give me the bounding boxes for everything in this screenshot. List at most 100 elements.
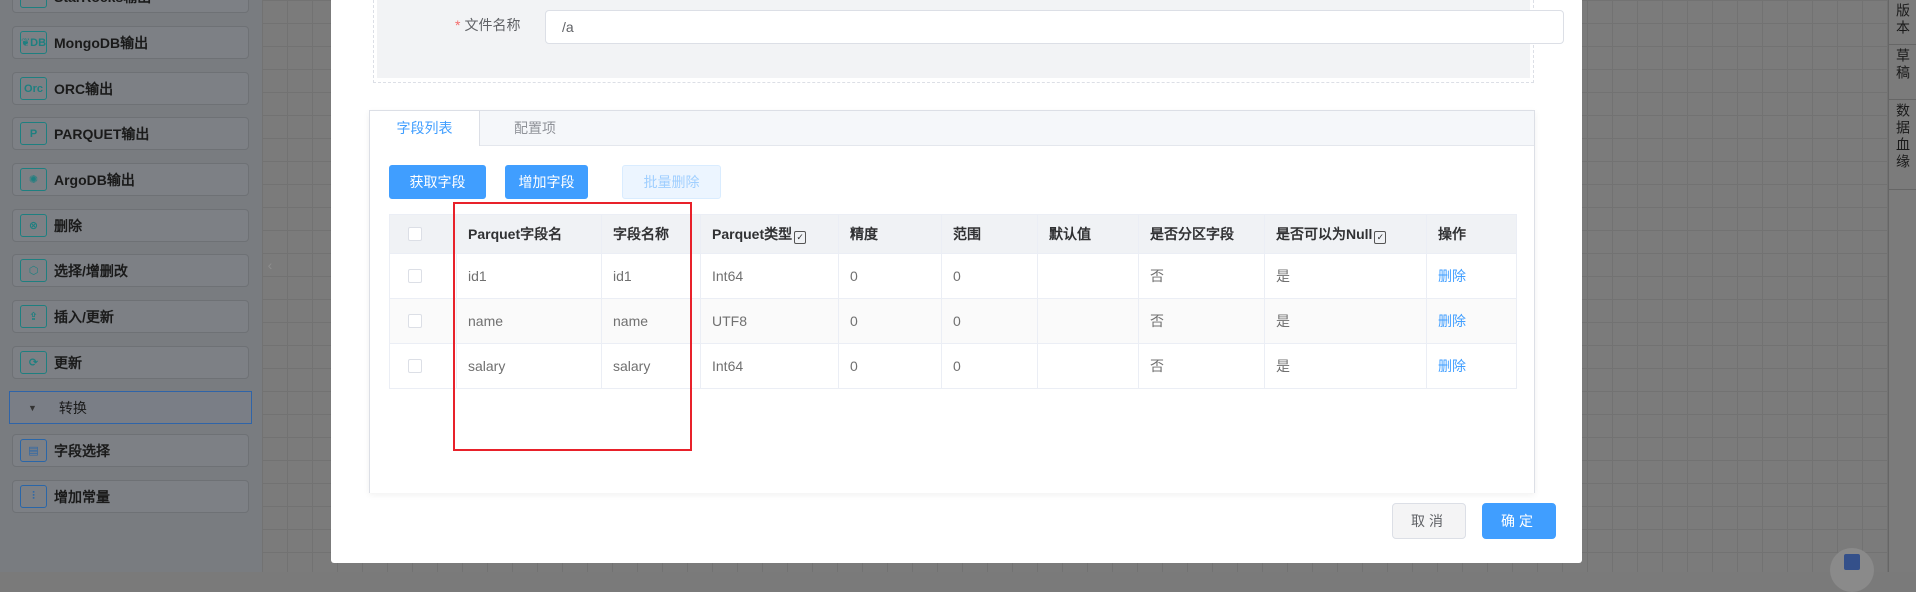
sidebar-item[interactable]: ⟳ 更新 [12, 346, 249, 379]
tabs-panel: 字段列表 配置项 获取字段 增加字段 批量删除 Parquet字段名 字段名称 Pa… [369, 110, 1535, 493]
cell-precision: 0 [838, 253, 942, 299]
table-row: name name UTF8 0 0 否是删除 [389, 298, 1517, 344]
row-checkbox[interactable] [408, 314, 422, 328]
cell-type: UTF8 [700, 298, 839, 344]
sidebar-item[interactable]: ⊗ 删除 [12, 209, 249, 242]
row-checkbox[interactable] [408, 359, 422, 373]
column-header-label: 操作 [1438, 226, 1466, 242]
batch-delete-button[interactable]: 批量删除 [622, 165, 721, 199]
caret-down-icon: ▼ [28, 402, 37, 413]
cell-precision: 0 [838, 298, 942, 344]
sidebar-item-label: 更新 [54, 354, 82, 371]
component-sidebar: ✦ StarRocks输出 ❦DB MongoDB输出 Orc ORC输出 P PARQUET… [0, 0, 262, 572]
sidebar-item[interactable]: Orc ORC输出 [12, 72, 249, 105]
delete-row-link[interactable]: 删除 [1438, 358, 1466, 374]
app-icon [1844, 554, 1860, 570]
cell-parquet-name: name [456, 298, 602, 344]
cell-action: 删除 [1426, 298, 1517, 344]
tab-version-label: 版本 [1895, 3, 1911, 37]
cell-nullable: 是 [1264, 253, 1427, 299]
sidebar-item-label: 删除 [54, 217, 82, 234]
batch-edit-icon[interactable]: ✓ [1374, 231, 1387, 244]
upload-icon: ⇪ [20, 305, 47, 328]
get-fields-button[interactable]: 获取字段 [389, 165, 486, 199]
column-header: Parquet类型 ✓ [700, 214, 839, 254]
cell-default [1037, 253, 1139, 299]
cell-precision: 0 [838, 343, 942, 389]
cell-name: salary [601, 343, 701, 389]
sidebar-item[interactable]: ⬡ 选择/增删改 [12, 254, 249, 287]
column-header-label: 范围 [953, 226, 981, 242]
column-header: 操作 [1426, 214, 1517, 254]
cell-name: name [601, 298, 701, 344]
select-all-checkbox[interactable] [408, 227, 422, 241]
sidebar-item-label: 字段选择 [54, 442, 110, 459]
sidebar-item-label: ArgoDB输出 [54, 171, 135, 188]
collapse-sidebar-chevron-icon[interactable]: ‹ [262, 235, 278, 295]
field-select-icon: ▤ [20, 439, 47, 462]
delete-row-link[interactable]: 删除 [1438, 313, 1466, 329]
cell-nullable: 是 [1264, 343, 1427, 389]
column-header-label: Parquet字段名 [468, 226, 563, 242]
cell-nullable: 是 [1264, 298, 1427, 344]
sidebar-item-label: ORC输出 [54, 80, 114, 97]
refresh-icon: ⟳ [20, 351, 47, 374]
confirm-button[interactable]: 确定 [1482, 503, 1556, 539]
cell-partition: 否 [1138, 343, 1265, 389]
sidebar-group-transform[interactable]: ▼ 转换 [9, 391, 252, 424]
cube-icon: ⬡ [20, 259, 47, 282]
tab-field-list[interactable]: 字段列表 [370, 111, 480, 146]
parquet-icon: P [20, 122, 47, 145]
sidebar-item[interactable]: ❦DB MongoDB输出 [12, 26, 249, 59]
table-row: id1 id1 Int64 0 0 否是删除 [389, 253, 1517, 299]
column-header-label: 精度 [850, 226, 878, 242]
required-mark: * [455, 17, 461, 33]
floating-action-button[interactable] [1830, 548, 1874, 592]
cell-type: Int64 [700, 343, 839, 389]
column-header: 范围 [941, 214, 1038, 254]
cell-partition: 否 [1138, 253, 1265, 299]
orc-icon: Orc [20, 77, 47, 100]
tab-config[interactable]: 配置项 [480, 111, 590, 145]
tab-draft-label: 草稿 [1895, 48, 1911, 82]
column-header: 默认值 [1037, 214, 1139, 254]
file-settings-section: * 文件名称 /a [373, 0, 1564, 83]
sidebar-item-label: StarRocks输出 [54, 0, 151, 7]
column-header: 字段名称 [601, 214, 701, 254]
tab-version[interactable]: 版本 [1889, 0, 1916, 45]
cell-type: Int64 [700, 253, 839, 299]
group-label: 转换 [58, 399, 87, 416]
batch-edit-icon[interactable]: ✓ [794, 231, 807, 244]
sidebar-item-label: MongoDB输出 [54, 34, 149, 51]
delete-row-link[interactable]: 删除 [1438, 268, 1466, 284]
tab-draft[interactable]: 草稿 [1889, 45, 1916, 100]
sidebar-item[interactable]: P PARQUET输出 [12, 117, 249, 150]
cancel-button[interactable]: 取消 [1392, 503, 1466, 539]
file-name-label-text: 文件名称 [464, 17, 521, 33]
add-field-button[interactable]: 增加字段 [505, 165, 588, 199]
right-panel-tabs: 版本 草稿 数据血缘 [1888, 0, 1916, 572]
sidebar-item-label: PARQUET输出 [54, 125, 150, 142]
cell-action: 删除 [1426, 253, 1517, 299]
sidebar-item[interactable]: ⇪ 插入/更新 [12, 300, 249, 333]
sidebar-item-label: 增加常量 [54, 488, 110, 505]
parquet-output-dialog: * 文件名称 /a 字段列表 配置项 获取字段 增加字段 批量删除 Parquet… [331, 0, 1582, 563]
mongodb-icon: ❦DB [20, 31, 47, 54]
cell-partition: 否 [1138, 298, 1265, 344]
sidebar-item[interactable]: ✦ StarRocks输出 [12, 0, 249, 13]
tab-data-lineage[interactable]: 数据血缘 [1889, 100, 1916, 190]
column-header-label: Parquet类型 [712, 226, 793, 242]
sidebar-item[interactable]: ✺ ArgoDB输出 [12, 163, 249, 196]
starrocks-icon: ✦ [20, 0, 47, 8]
row-checkbox[interactable] [408, 269, 422, 283]
sidebar-item[interactable]: ⫶ 增加常量 [12, 480, 249, 513]
column-header-label: 是否分区字段 [1150, 226, 1234, 242]
tab-data-lineage-label: 数据血缘 [1895, 103, 1911, 171]
column-header: 是否分区字段 [1138, 214, 1265, 254]
cell-default [1037, 298, 1139, 344]
sidebar-item[interactable]: ▤ 字段选择 [12, 434, 249, 467]
cell-default [1037, 343, 1139, 389]
file-name-input[interactable]: /a [545, 10, 1564, 44]
select-all-cell [389, 214, 457, 254]
row-select-cell [389, 253, 457, 299]
